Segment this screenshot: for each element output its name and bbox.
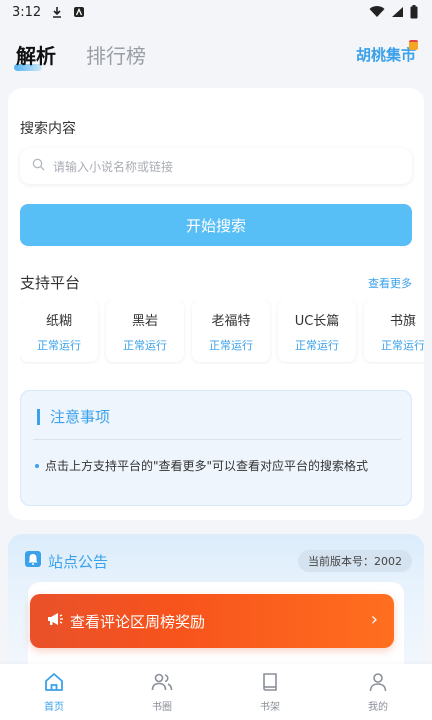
notice-title: 注意事项 xyxy=(37,409,110,425)
platform-name: 黑岩 xyxy=(131,313,158,329)
notice-box: 注意事项 点击上方支持平台的"查看更多"可以查看对应平台的搜索格式 xyxy=(20,390,412,506)
platform-status: 正常运行 xyxy=(37,338,81,352)
signal-icon xyxy=(391,6,404,18)
platform-title: 支持平台 xyxy=(20,274,81,292)
bullet-icon xyxy=(35,464,39,468)
search-placeholder: 请输入小说名称或链接 xyxy=(53,159,174,174)
nav-circle-label: 书圈 xyxy=(152,702,172,713)
platform-status: 正常运行 xyxy=(381,338,424,352)
platform-card[interactable]: UC长篇 正常运行 xyxy=(278,300,356,362)
platform-name: 老福特 xyxy=(211,313,251,329)
weekly-reward-button[interactable]: 查看评论区周榜奖励 › xyxy=(30,594,394,648)
status-left: 3:12 xyxy=(12,5,85,20)
book-icon xyxy=(259,671,281,696)
platform-header: 支持平台 查看更多 xyxy=(20,272,412,293)
bell-icon xyxy=(24,550,42,572)
nav-profile[interactable]: 我的 xyxy=(338,671,418,713)
nav-circle[interactable]: 书圈 xyxy=(122,671,202,713)
search-input[interactable]: 请输入小说名称或链接 xyxy=(20,148,412,184)
notification-app-icon xyxy=(73,6,85,18)
platform-name: UC长篇 xyxy=(294,313,340,329)
nav-profile-label: 我的 xyxy=(368,702,388,713)
platform-card[interactable]: 黑岩 正常运行 xyxy=(106,300,184,362)
gift-badge-icon xyxy=(409,40,418,50)
notice-divider xyxy=(33,439,401,440)
nav-bookshelf-label: 书架 xyxy=(260,702,280,713)
status-time: 3:12 xyxy=(12,4,42,20)
nav-home[interactable]: 首页 xyxy=(14,671,94,713)
promo-label: 查看评论区周榜奖励 xyxy=(70,612,206,631)
see-more-link[interactable]: 查看更多 xyxy=(368,275,412,291)
platform-list: 纸糊 正常运行 黑岩 正常运行 老福特 正常运行 UC长篇 正常运行 书旗 正常… xyxy=(20,300,424,364)
platform-status: 正常运行 xyxy=(209,338,253,352)
search-label: 搜索内容 xyxy=(20,121,76,137)
announcement-header: 站点公告 xyxy=(24,550,108,572)
megaphone-icon xyxy=(46,611,64,631)
notice-item: 点击上方支持平台的"查看更多"可以查看对应平台的搜索格式 xyxy=(45,459,369,473)
platform-card[interactable]: 书旗 正常运行 xyxy=(364,300,424,362)
status-bar: 3:12 xyxy=(0,0,432,24)
platform-name: 书旗 xyxy=(389,313,416,329)
tab-parse[interactable]: 解析 xyxy=(14,40,56,71)
download-icon xyxy=(51,6,63,18)
parse-card: 搜索内容 请输入小说名称或链接 开始搜索 支持平台 查看更多 纸糊 正常运行 黑… xyxy=(8,88,424,520)
home-icon xyxy=(43,671,65,696)
start-search-button[interactable]: 开始搜索 xyxy=(20,204,412,246)
battery-icon xyxy=(410,5,418,19)
users-icon xyxy=(150,671,174,696)
nav-home-label: 首页 xyxy=(44,702,64,713)
platform-name: 纸糊 xyxy=(45,313,72,329)
market-link[interactable]: 胡桃集市 xyxy=(356,44,416,65)
wifi-icon xyxy=(369,6,385,18)
version-badge: 当前版本号：2002 xyxy=(298,550,412,572)
platform-card[interactable]: 老福特 正常运行 xyxy=(192,300,270,362)
bottom-nav: 首页 书圈 书架 我的 xyxy=(0,664,432,720)
platform-status: 正常运行 xyxy=(123,338,167,352)
tab-ranking[interactable]: 排行榜 xyxy=(86,40,146,69)
chevron-right-icon: › xyxy=(370,609,378,630)
announcement-title: 站点公告 xyxy=(48,552,109,571)
platform-status: 正常运行 xyxy=(295,338,339,352)
status-right xyxy=(369,5,418,19)
user-icon xyxy=(367,671,389,696)
platform-card[interactable]: 纸糊 正常运行 xyxy=(20,300,98,362)
nav-bookshelf[interactable]: 书架 xyxy=(230,671,310,713)
search-icon xyxy=(32,158,45,174)
